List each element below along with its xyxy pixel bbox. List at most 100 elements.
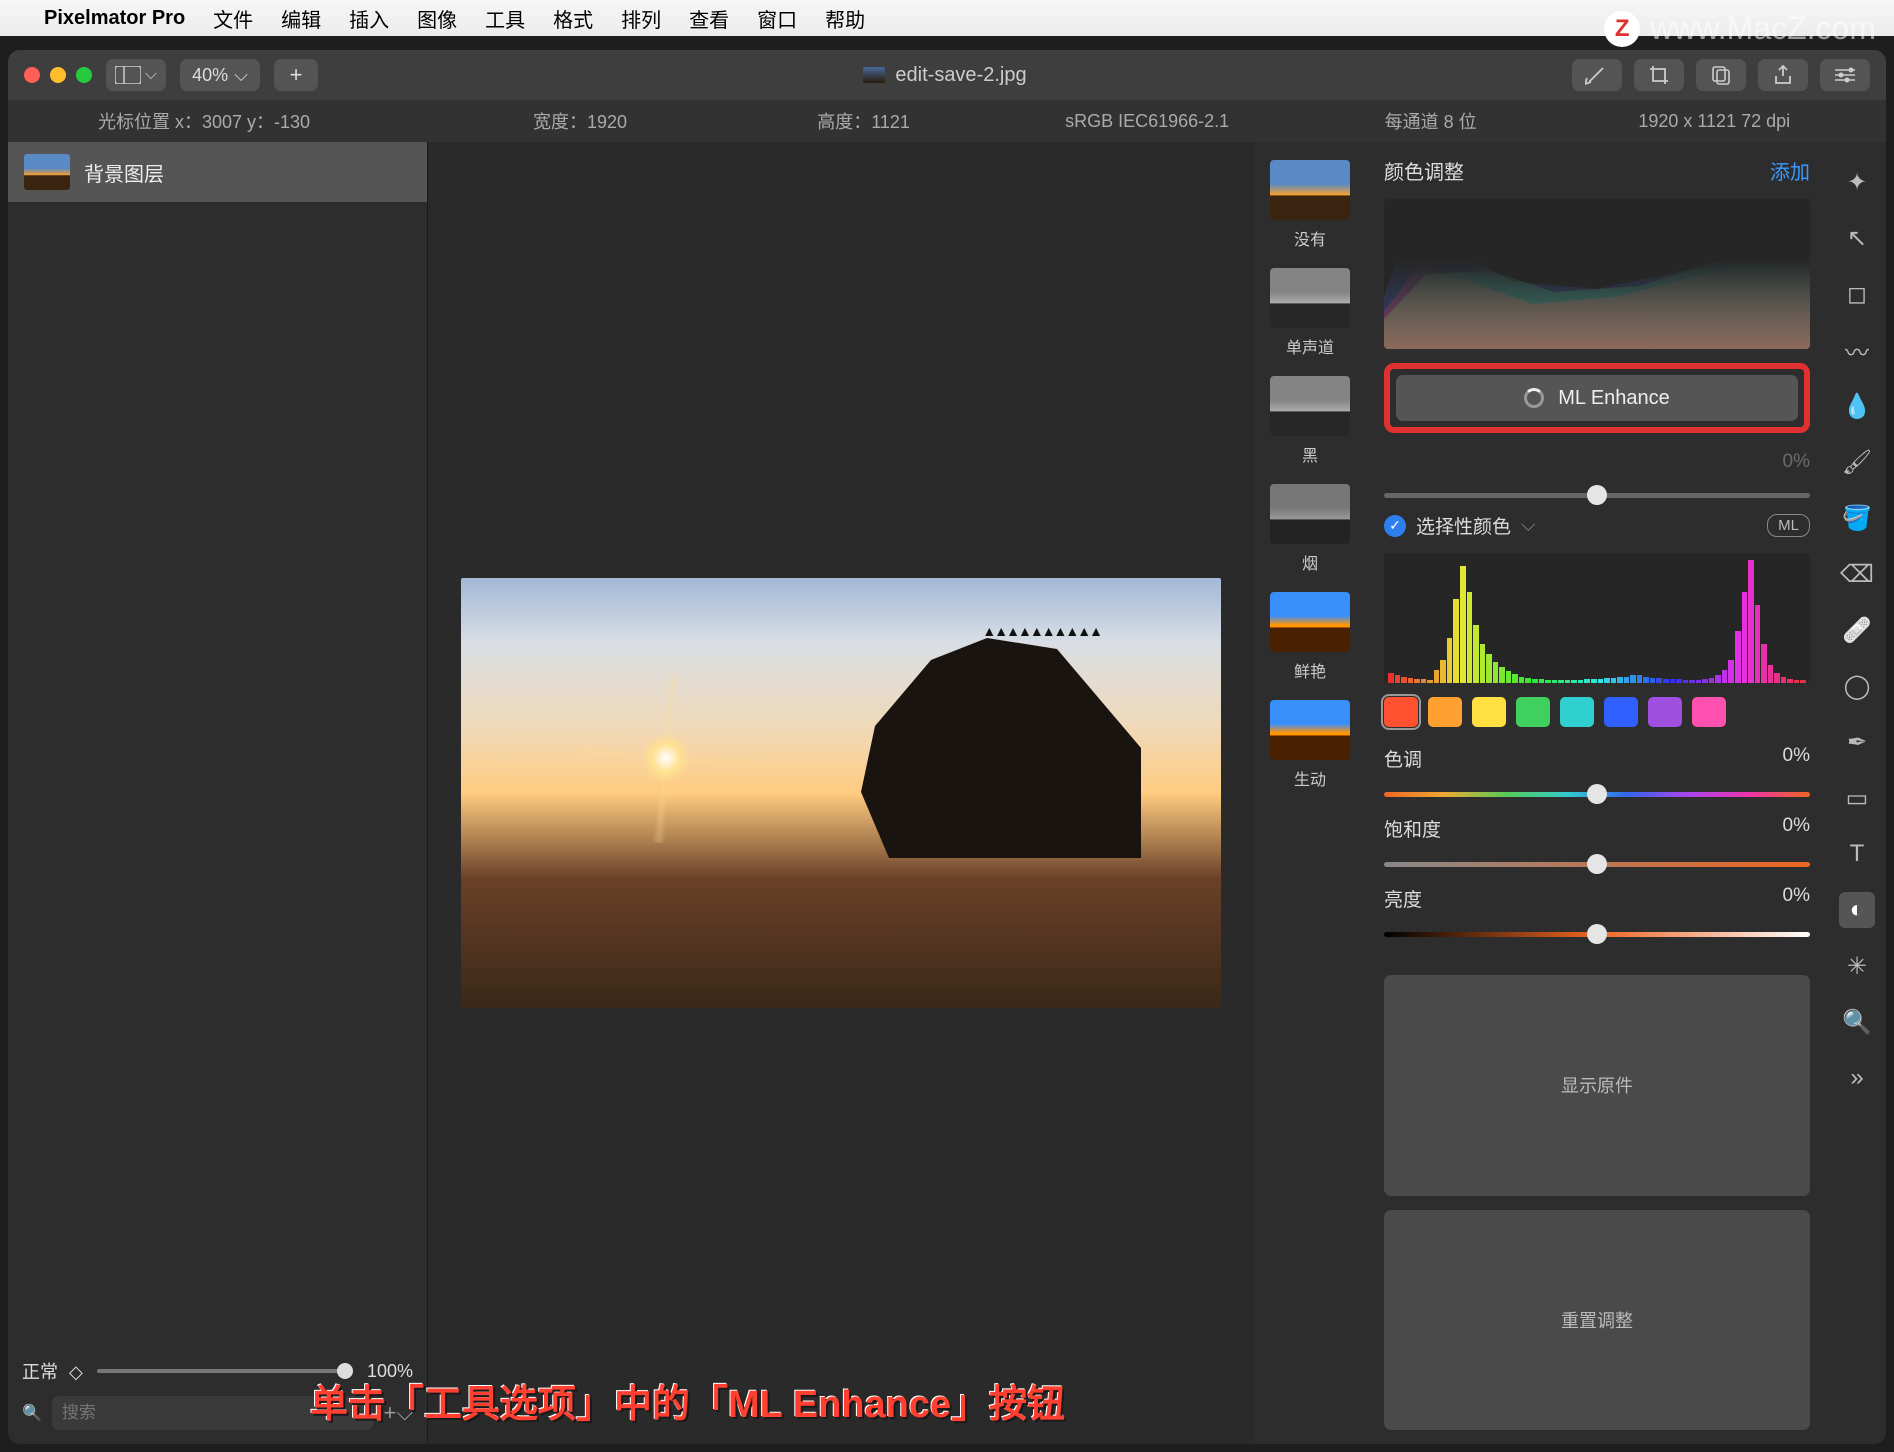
color-profile: sRGB IEC61966-2.1: [1005, 111, 1289, 132]
more-tools[interactable]: »: [1839, 1060, 1875, 1096]
tool-rail: ✦ ↖ ◻ 〰 💧 🖌 🪣 ⌫ 🩹 ◯ ✒ ▭ T ◐ ✳ 🔍 »: [1828, 142, 1886, 1444]
lasso-tool[interactable]: 〰: [1839, 332, 1875, 368]
blend-mode-dropdown[interactable]: 正常 ◇: [22, 1358, 83, 1384]
preset-label: 鲜艳: [1294, 658, 1326, 682]
dimensions-dpi: 1920 x 1121 72 dpi: [1572, 111, 1856, 132]
titlebar: ⌵ 40%⌵ + edit-save-2.jpg: [8, 50, 1886, 100]
show-original-button[interactable]: 显示原件: [1384, 975, 1810, 1196]
zoom-icon[interactable]: [76, 67, 92, 83]
swatch-6[interactable]: [1648, 697, 1682, 727]
menu-help[interactable]: 帮助: [825, 4, 865, 33]
fill-tool[interactable]: 🪣: [1839, 500, 1875, 536]
menu-image[interactable]: 图像: [417, 4, 457, 33]
document-title: edit-save-2.jpg: [332, 64, 1558, 87]
menu-view[interactable]: 查看: [689, 4, 729, 33]
saturation-value: 0%: [1783, 815, 1810, 842]
selective-color-title[interactable]: 选择性颜色: [1416, 512, 1511, 539]
color-swatches: [1384, 697, 1810, 727]
sliders-icon: [1833, 66, 1857, 84]
app-name[interactable]: Pixelmator Pro: [44, 7, 185, 30]
cursor-position: 光标位置 x：3007 y：-130: [38, 108, 438, 134]
duplicate-button[interactable]: [1696, 59, 1746, 91]
watermark-z-icon: Z: [1604, 11, 1640, 47]
repair-tool[interactable]: 🩹: [1839, 612, 1875, 648]
hue-slider[interactable]: [1384, 792, 1810, 797]
info-bar: 光标位置 x：3007 y：-130 宽度：1920 高度：1121 sRGB …: [8, 100, 1886, 142]
watermark: Z www.MacZ.com: [1604, 10, 1876, 47]
preset-none[interactable]: 没有: [1270, 160, 1350, 250]
layer-item[interactable]: 背景图层: [8, 142, 427, 202]
selective-histogram: [1384, 553, 1810, 683]
panel-toggle-button[interactable]: [1820, 59, 1870, 91]
preset-vivid[interactable]: 鲜艳: [1270, 592, 1350, 682]
preset-thumb-icon: [1270, 592, 1350, 652]
effects-tool[interactable]: ✳: [1839, 948, 1875, 984]
marquee-tool[interactable]: ◻: [1839, 276, 1875, 312]
close-icon[interactable]: [24, 67, 40, 83]
saturation-slider[interactable]: [1384, 862, 1810, 867]
zoom-dropdown[interactable]: 40%⌵: [180, 59, 260, 91]
share-icon: [1773, 64, 1793, 86]
menu-window[interactable]: 窗口: [757, 4, 797, 33]
spinner-icon: [1524, 388, 1544, 408]
add-adjustment-button[interactable]: 添加: [1770, 156, 1810, 185]
brush-button[interactable]: [1572, 59, 1622, 91]
layers-panel: 背景图层 正常 ◇ 100% 🔍 +⌵: [8, 142, 428, 1444]
menu-insert[interactable]: 插入: [349, 4, 389, 33]
preset-live[interactable]: 生动: [1270, 700, 1350, 790]
app-window: ⌵ 40%⌵ + edit-save-2.jpg 光标位置 x：3007 y：-…: [8, 50, 1886, 1444]
swatch-2[interactable]: [1472, 697, 1506, 727]
rect-tool[interactable]: ▭: [1839, 780, 1875, 816]
lightness-value: 0%: [1783, 885, 1810, 912]
shape-tool[interactable]: ◯: [1839, 668, 1875, 704]
eyedropper-tool[interactable]: 💧: [1839, 388, 1875, 424]
swatch-0[interactable]: [1384, 697, 1418, 727]
menu-arrange[interactable]: 排列: [621, 4, 661, 33]
window-controls: [24, 67, 92, 83]
swatch-5[interactable]: [1604, 697, 1638, 727]
search-icon: 🔍: [22, 1403, 42, 1423]
adjustments-title: 颜色调整: [1384, 156, 1464, 185]
bit-depth: 每通道 8 位: [1289, 108, 1573, 134]
preset-label: 没有: [1294, 226, 1326, 250]
sidebar-icon: [115, 66, 141, 84]
reset-adjustments-button[interactable]: 重置调整: [1384, 1210, 1810, 1431]
lightness-label: 亮度: [1384, 885, 1422, 912]
rgb-histogram: [1384, 199, 1810, 349]
saturation-label: 饱和度: [1384, 815, 1441, 842]
minimize-icon[interactable]: [50, 67, 66, 83]
type-tool[interactable]: T: [1839, 836, 1875, 872]
preset-mono[interactable]: 单声道: [1270, 268, 1350, 358]
arrow-tool[interactable]: ↖: [1839, 220, 1875, 256]
add-button[interactable]: +: [274, 59, 318, 91]
preset-black[interactable]: 黑: [1270, 376, 1350, 466]
menu-tools[interactable]: 工具: [485, 4, 525, 33]
swatch-1[interactable]: [1428, 697, 1462, 727]
share-button[interactable]: [1758, 59, 1808, 91]
crop-icon: [1648, 64, 1670, 86]
menu-edit[interactable]: 编辑: [281, 4, 321, 33]
wand-icon: [1585, 64, 1609, 86]
paint-tool[interactable]: 🖌: [1839, 444, 1875, 480]
swatch-4[interactable]: [1560, 697, 1594, 727]
style-tool[interactable]: ✦: [1839, 164, 1875, 200]
swatch-3[interactable]: [1516, 697, 1550, 727]
canvas[interactable]: ▲▲▲▲▲▲▲▲▲▲: [428, 142, 1254, 1444]
ml-enhance-button[interactable]: ML Enhance: [1396, 375, 1798, 421]
preset-smoke[interactable]: 烟: [1270, 484, 1350, 574]
copy-icon: [1710, 64, 1732, 86]
menu-file[interactable]: 文件: [213, 4, 253, 33]
menu-format[interactable]: 格式: [553, 4, 593, 33]
lightness-slider[interactable]: [1384, 932, 1810, 937]
image-preview: ▲▲▲▲▲▲▲▲▲▲: [461, 578, 1221, 1008]
sidebar-toggle-button[interactable]: ⌵: [106, 59, 166, 91]
zoom-tool[interactable]: 🔍: [1839, 1004, 1875, 1040]
erase-tool[interactable]: ⌫: [1839, 556, 1875, 592]
crop-button[interactable]: [1634, 59, 1684, 91]
ml-badge[interactable]: ML: [1767, 514, 1810, 537]
selective-color-check-icon[interactable]: ✓: [1384, 515, 1406, 537]
exposure-slider[interactable]: [1384, 493, 1810, 498]
color-adjust-tool[interactable]: ◐: [1839, 892, 1875, 928]
pen-tool[interactable]: ✒: [1839, 724, 1875, 760]
swatch-7[interactable]: [1692, 697, 1726, 727]
